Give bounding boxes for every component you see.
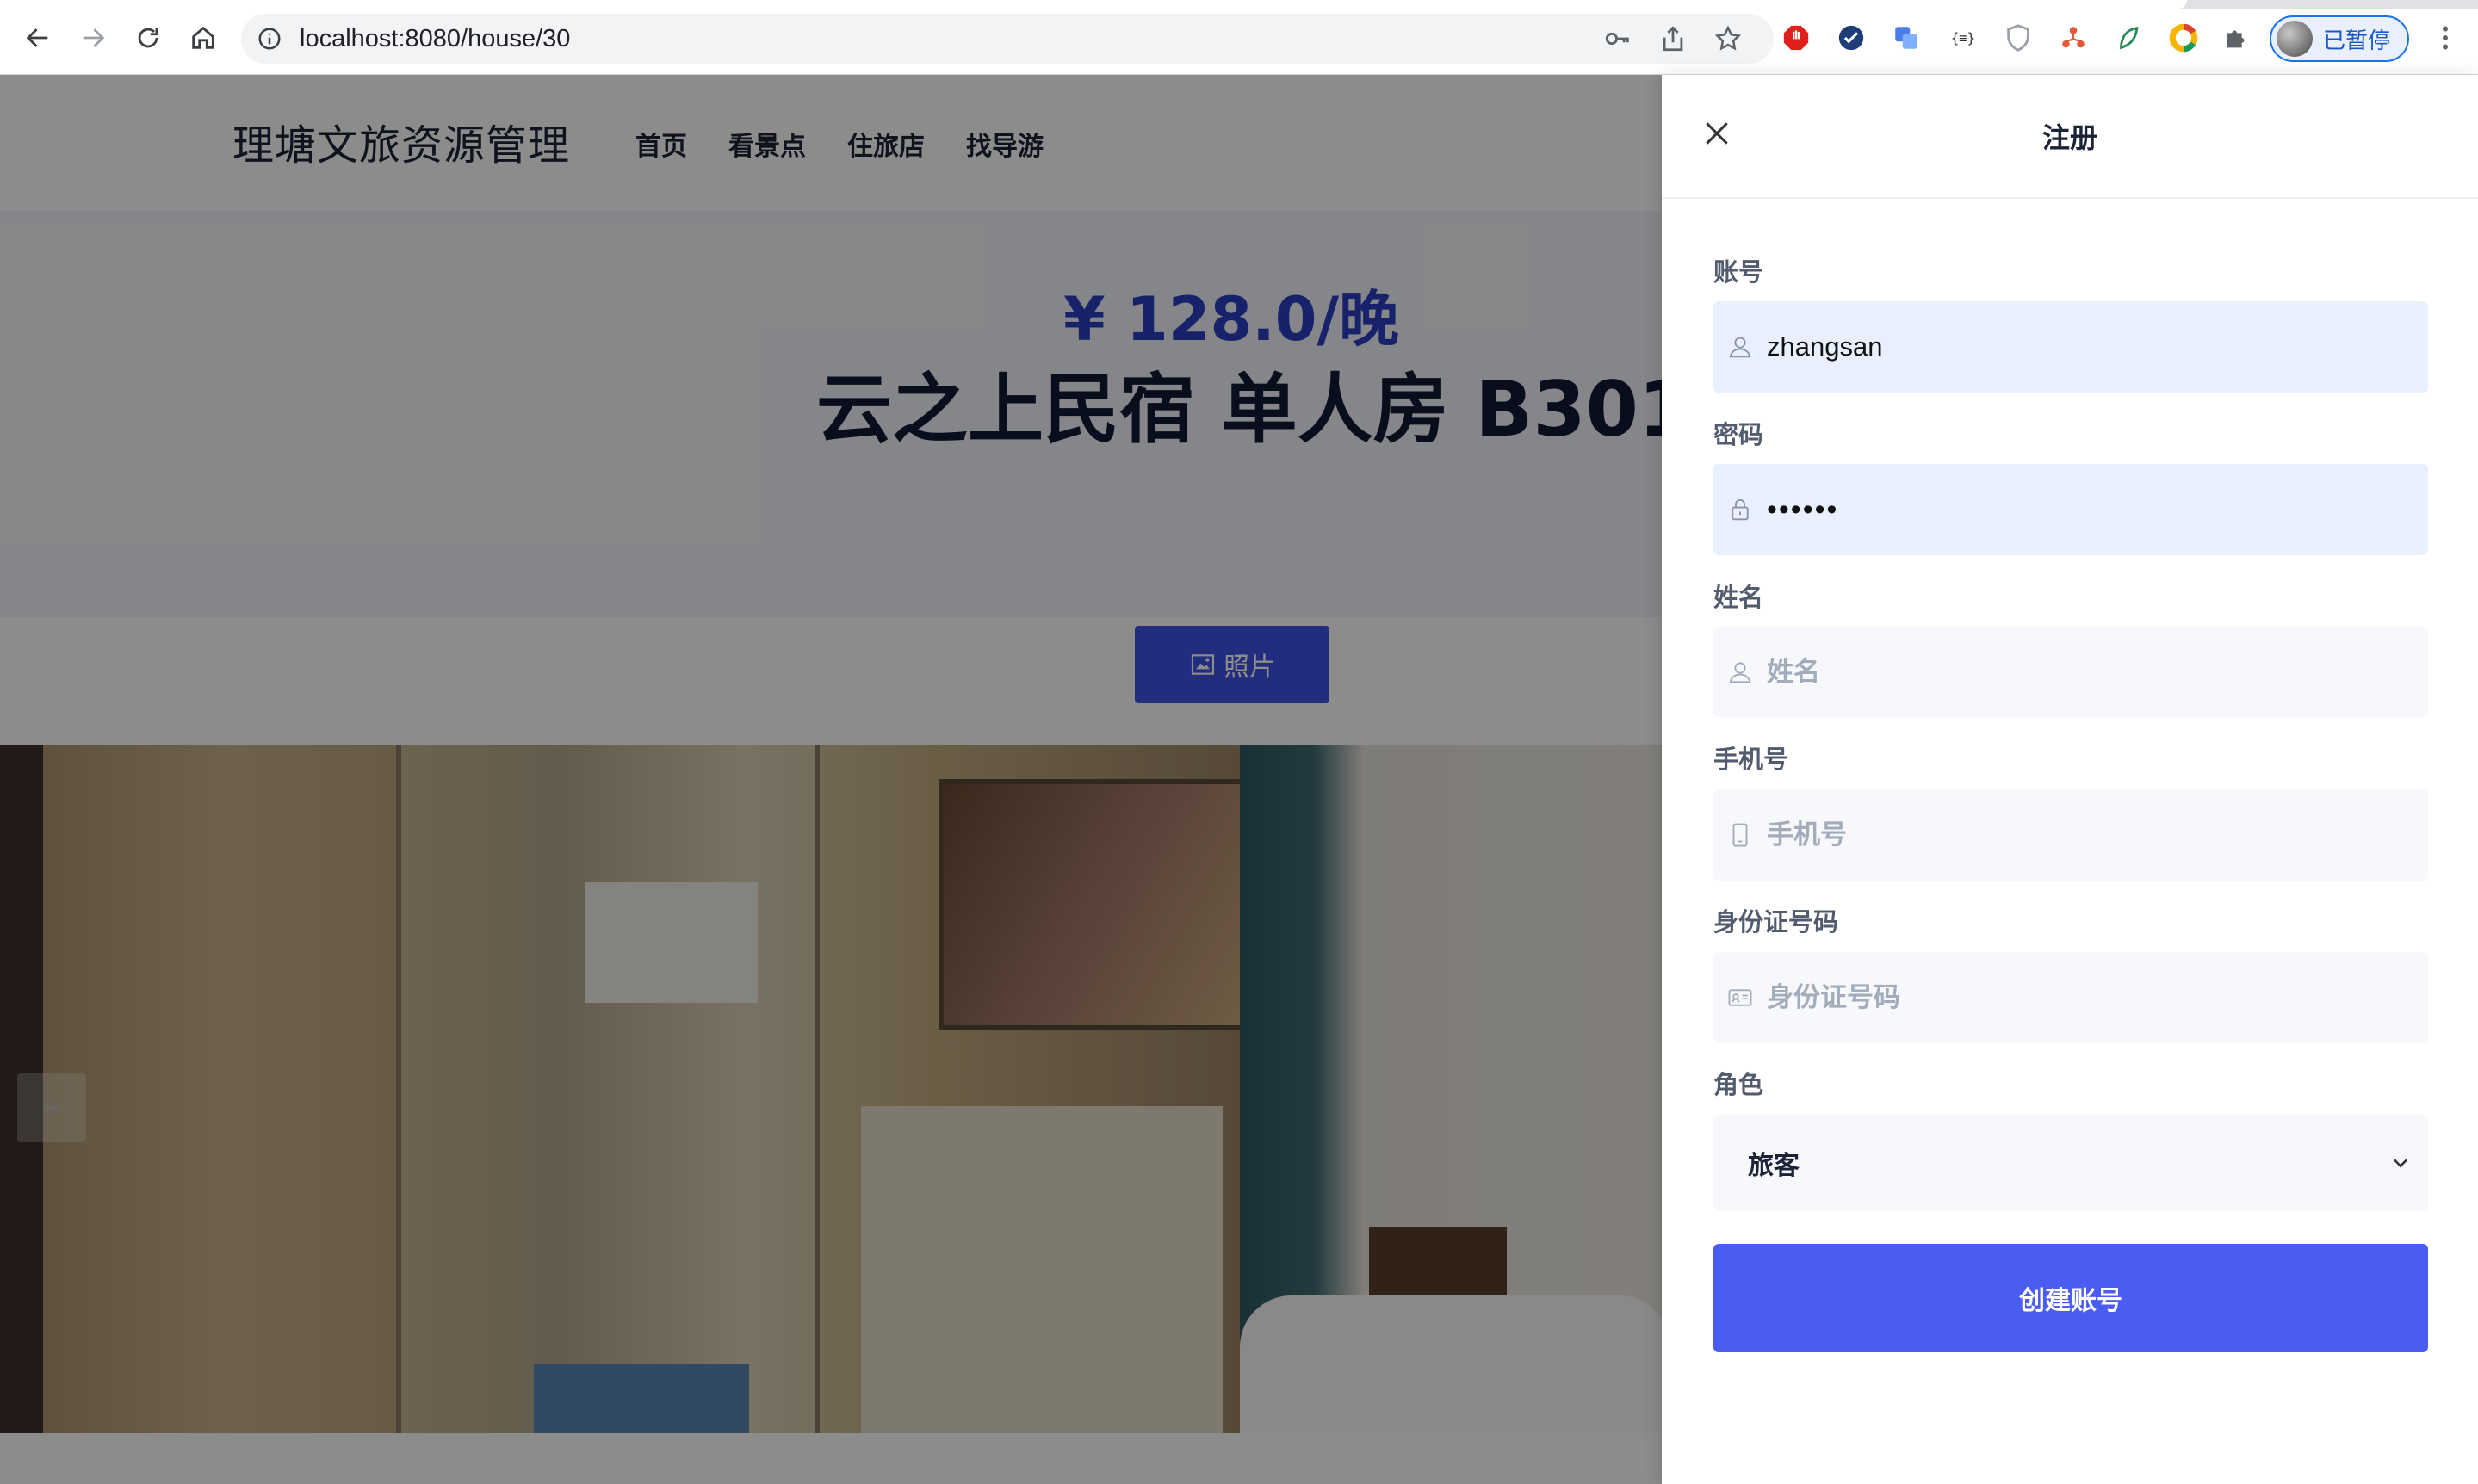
password-label: 密码 <box>1713 420 1764 449</box>
password-input[interactable] <box>1767 492 2387 527</box>
svg-text:{≡}: {≡} <box>1951 31 1975 46</box>
lock-icon <box>1725 495 1755 524</box>
mobile-icon <box>1725 820 1755 850</box>
phone-field[interactable] <box>1713 789 2428 881</box>
account-label: 账号 <box>1713 257 1764 287</box>
back-button[interactable] <box>19 19 57 57</box>
drawer-title: 注册 <box>2041 121 2097 154</box>
account-input[interactable] <box>1767 331 2387 362</box>
key-icon[interactable] <box>1603 24 1632 53</box>
star-icon[interactable] <box>1713 24 1743 53</box>
password-field[interactable] <box>1713 464 2428 555</box>
role-label: 角色 <box>1713 1070 1764 1099</box>
id-card-input[interactable] <box>1767 982 2387 1013</box>
info-icon[interactable] <box>257 26 282 52</box>
arrow-right-icon <box>83 28 105 47</box>
adblock-extension-icon[interactable] <box>1781 22 1812 53</box>
shield-extension-icon[interactable] <box>2003 22 2034 53</box>
check-extension-icon[interactable] <box>1836 22 1867 53</box>
chevron-down-icon <box>2394 1159 2407 1168</box>
name-input[interactable] <box>1767 657 2387 688</box>
create-account-button[interactable]: 创建账号 <box>1713 1244 2428 1352</box>
user-icon <box>1725 332 1755 362</box>
tab-strip <box>0 0 2478 9</box>
role-selected-value: 旅客 <box>1748 1151 1800 1181</box>
home-button[interactable] <box>184 19 222 57</box>
url-text[interactable]: localhost:8080/house/30 <box>300 25 570 53</box>
browser-toolbar: localhost:8080/house/30 {≡} 已暂停 <box>0 0 2478 75</box>
drawer-header: 注册 <box>1662 75 2478 199</box>
name-label: 姓名 <box>1713 583 1764 612</box>
avatar <box>2277 21 2313 57</box>
json-extension-icon[interactable]: {≡} <box>1948 22 1979 53</box>
profile-status: 已暂停 <box>2323 28 2391 54</box>
drawer-mask[interactable] <box>0 75 1662 1484</box>
id-card-icon <box>1725 983 1755 1012</box>
phone-input[interactable] <box>1767 819 2387 850</box>
id-card-field[interactable] <box>1713 952 2428 1043</box>
user-icon <box>1725 658 1755 687</box>
puzzle-icon[interactable] <box>2221 22 2252 53</box>
reload-icon <box>138 28 158 48</box>
address-bar[interactable]: localhost:8080/house/30 <box>241 14 1774 64</box>
more-vert-icon[interactable] <box>2430 22 2461 53</box>
tree-extension-icon[interactable] <box>2058 22 2089 53</box>
phone-label: 手机号 <box>1713 745 1789 774</box>
id-card-label: 身份证号码 <box>1713 907 1839 937</box>
profile-button[interactable]: 已暂停 <box>2270 15 2409 62</box>
home-icon <box>192 26 214 49</box>
account-field[interactable] <box>1713 301 2428 393</box>
register-drawer: 注册 账号 密码 姓名 手机号 身份证号码 <box>1662 75 2478 1484</box>
leaf-extension-icon[interactable] <box>2113 22 2144 53</box>
reload-button[interactable] <box>129 19 167 57</box>
arrow-left-icon <box>26 28 48 47</box>
name-field[interactable] <box>1713 627 2428 718</box>
role-select[interactable]: 旅客 <box>1713 1115 2428 1211</box>
color-wheel-extension-icon[interactable] <box>2168 22 2199 53</box>
translate-extension-icon[interactable] <box>1891 22 1922 53</box>
forward-button[interactable] <box>74 19 112 57</box>
share-icon[interactable] <box>1658 24 1688 53</box>
